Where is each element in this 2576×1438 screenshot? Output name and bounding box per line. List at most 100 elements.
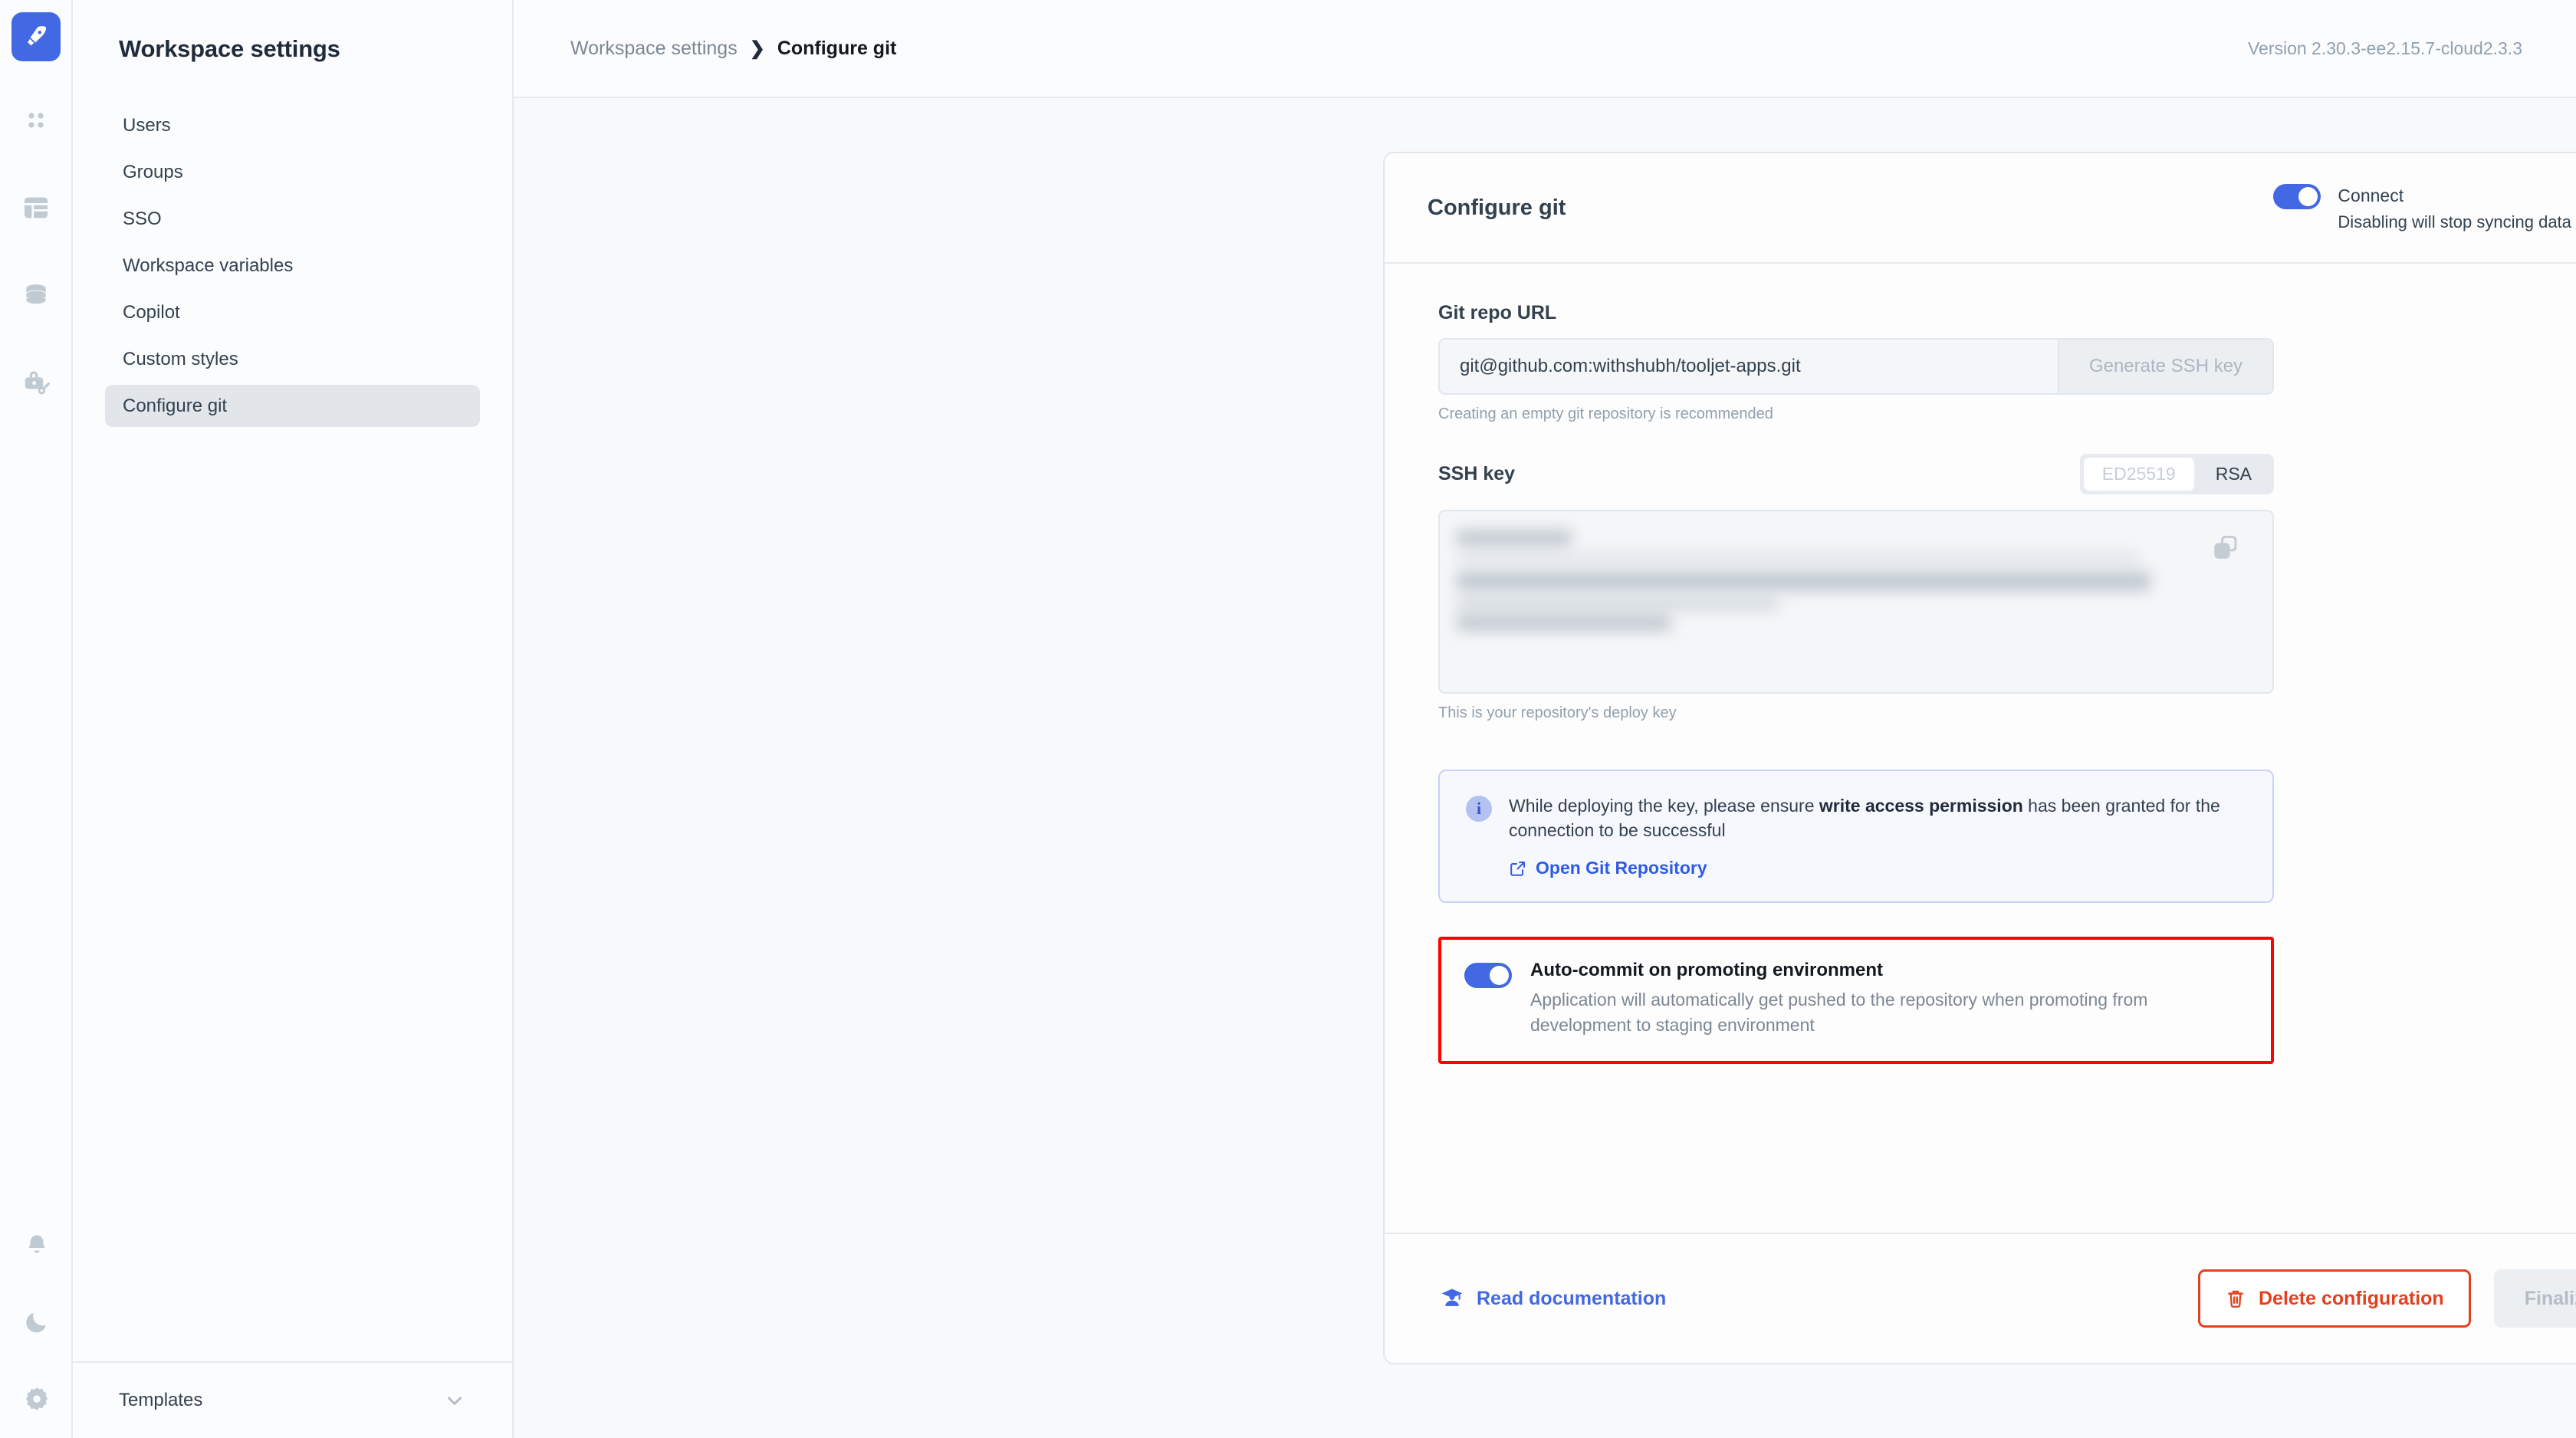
rail-icon-list <box>17 101 55 402</box>
card-footer: Read documentation Delete configuration … <box>1385 1233 2576 1363</box>
info-text-before: While deploying the key, please ensure <box>1509 796 1819 816</box>
ssh-key-redacted-line <box>1457 614 1671 631</box>
settings-sidebar: Workspace settings Users Groups SSO Work… <box>73 0 514 1438</box>
auto-commit-section: Auto-commit on promoting environment App… <box>1438 937 2274 1063</box>
open-git-repository-label: Open Git Repository <box>1536 858 1707 878</box>
rocket-icon <box>22 23 50 51</box>
rail-item-dashboard[interactable] <box>17 189 55 227</box>
finalize-setup-button[interactable]: Finalize setup <box>2494 1269 2576 1328</box>
sidebar-item-label: Copilot <box>123 302 180 323</box>
sidebar-item-groups[interactable]: Groups <box>105 151 480 193</box>
sidebar-item-label: Configure git <box>123 396 227 417</box>
ssh-algo-ed25519-option[interactable]: ED25519 <box>2084 458 2194 491</box>
info-icon: i <box>1466 796 1492 822</box>
connect-texts: Connect Disabling will stop syncing data… <box>2338 184 2576 232</box>
connect-sublabel: Disabling will stop syncing data within … <box>2338 212 2576 232</box>
sidebar-title: Workspace settings <box>73 0 512 63</box>
app-root: Workspace settings Users Groups SSO Work… <box>0 0 2576 1438</box>
sidebar-item-configure-git[interactable]: Configure git <box>105 385 480 427</box>
bell-icon <box>23 1232 51 1259</box>
graduation-cap-icon <box>1440 1286 1464 1311</box>
delete-configuration-label: Delete configuration <box>2259 1288 2444 1310</box>
connect-control: Connect Disabling will stop syncing data… <box>2273 184 2576 232</box>
sidebar-item-label: Groups <box>123 162 183 183</box>
trash-icon <box>2225 1288 2246 1309</box>
copy-ssh-key-button[interactable] <box>2210 531 2242 567</box>
breadcrumb-root[interactable]: Workspace settings <box>570 38 738 60</box>
dark-mode-toggle[interactable] <box>18 1303 56 1341</box>
auto-commit-toggle-knob <box>1490 966 1509 985</box>
workspace-constants-icon <box>21 367 51 398</box>
sidebar-item-workspace-variables[interactable]: Workspace variables <box>105 245 480 287</box>
top-bar: Workspace settings ❯ Configure git Versi… <box>514 0 2576 98</box>
delete-configuration-button[interactable]: Delete configuration <box>2198 1269 2471 1328</box>
git-repo-url-input[interactable] <box>1440 340 2058 393</box>
icon-rail <box>0 0 73 1438</box>
database-icon <box>21 281 51 310</box>
sidebar-item-custom-styles[interactable]: Custom styles <box>105 338 480 380</box>
auto-commit-texts: Auto-commit on promoting environment App… <box>1530 960 2205 1037</box>
breadcrumb-separator-icon: ❯ <box>750 38 765 60</box>
external-link-icon <box>1509 859 1527 878</box>
rail-bottom-icons <box>0 1226 73 1418</box>
info-text-bold: write access permission <box>1819 796 2023 816</box>
sidebar-item-sso[interactable]: SSO <box>105 198 480 240</box>
git-repo-url-hint: Creating an empty git repository is reco… <box>1438 405 2274 423</box>
breadcrumb-current: Configure git <box>777 38 897 60</box>
sidebar-item-label: SSO <box>123 208 162 230</box>
moon-icon <box>23 1308 51 1336</box>
app-logo[interactable] <box>12 12 61 61</box>
connect-toggle-knob <box>2298 187 2318 206</box>
ssh-algo-rsa-option[interactable]: RSA <box>2197 458 2270 491</box>
sidebar-item-copilot[interactable]: Copilot <box>105 291 480 333</box>
ssh-key-redacted-line <box>1457 530 1572 547</box>
info-text: While deploying the key, please ensure w… <box>1509 794 2246 842</box>
rail-item-apps[interactable] <box>17 101 55 140</box>
main-area: Workspace settings ❯ Configure git Versi… <box>514 0 2576 1438</box>
read-documentation-label: Read documentation <box>1477 1288 1666 1310</box>
card-title: Configure git <box>1428 195 1566 221</box>
sidebar-item-label: Workspace variables <box>123 255 293 277</box>
info-content: While deploying the key, please ensure w… <box>1509 794 2246 878</box>
dashboard-layout-icon <box>21 192 51 223</box>
open-git-repository-link[interactable]: Open Git Repository <box>1509 858 2246 878</box>
connect-toggle[interactable] <box>2273 184 2321 209</box>
generate-ssh-key-button[interactable]: Generate SSH key <box>2058 340 2272 393</box>
ssh-key-redacted-line <box>1457 554 2139 562</box>
ssh-key-redacted-line <box>1457 571 2150 591</box>
sidebar-item-label: Custom styles <box>123 349 238 370</box>
git-repo-url-row: Generate SSH key <box>1438 338 2274 395</box>
auto-commit-description: Application will automatically get pushe… <box>1530 987 2205 1037</box>
apps-grid-icon <box>22 107 50 134</box>
chevron-down-icon <box>443 1389 466 1412</box>
rail-item-database[interactable] <box>17 276 55 314</box>
connect-label: Connect <box>2338 185 2576 206</box>
ssh-key-label: SSH key <box>1438 463 1515 485</box>
card-header: Configure git Connect Disabling will sto… <box>1385 153 2576 264</box>
gear-icon <box>22 1384 51 1413</box>
ssh-key-algorithm-switch: ED25519 RSA <box>2080 454 2274 494</box>
read-documentation-link[interactable]: Read documentation <box>1440 1286 1666 1311</box>
version-label: Version 2.30.3-ee2.15.7-cloud2.3.3 <box>2248 38 2522 59</box>
ssh-key-header: SSH key ED25519 RSA <box>1438 454 2274 494</box>
notifications-button[interactable] <box>18 1226 56 1265</box>
sidebar-templates-label: Templates <box>119 1390 202 1411</box>
auto-commit-title: Auto-commit on promoting environment <box>1530 960 2205 981</box>
footer-actions: Delete configuration Finalize setup <box>2198 1269 2576 1328</box>
settings-button[interactable] <box>18 1380 56 1418</box>
sidebar-item-label: Users <box>123 115 171 136</box>
breadcrumb: Workspace settings ❯ Configure git <box>570 38 896 60</box>
card-body: Git repo URL Generate SSH key Creating a… <box>1385 264 2576 1233</box>
form-inner: Git repo URL Generate SSH key Creating a… <box>1438 302 2274 1064</box>
deploy-key-info-box: i While deploying the key, please ensure… <box>1438 770 2274 903</box>
sidebar-item-users[interactable]: Users <box>105 104 480 146</box>
sidebar-templates-section[interactable]: Templates <box>73 1361 512 1438</box>
rail-item-workspace-constants[interactable] <box>17 363 55 402</box>
ssh-key-hint: This is your repository's deploy key <box>1438 704 2274 722</box>
auto-commit-toggle[interactable] <box>1464 963 1512 988</box>
configure-git-card: Configure git Connect Disabling will sto… <box>1383 152 2576 1364</box>
ssh-key-value-box[interactable] <box>1438 510 2274 694</box>
copy-icon <box>2210 531 2242 563</box>
sidebar-nav: Users Groups SSO Workspace variables Cop… <box>73 104 512 427</box>
ssh-key-redacted-line <box>1457 597 1779 611</box>
